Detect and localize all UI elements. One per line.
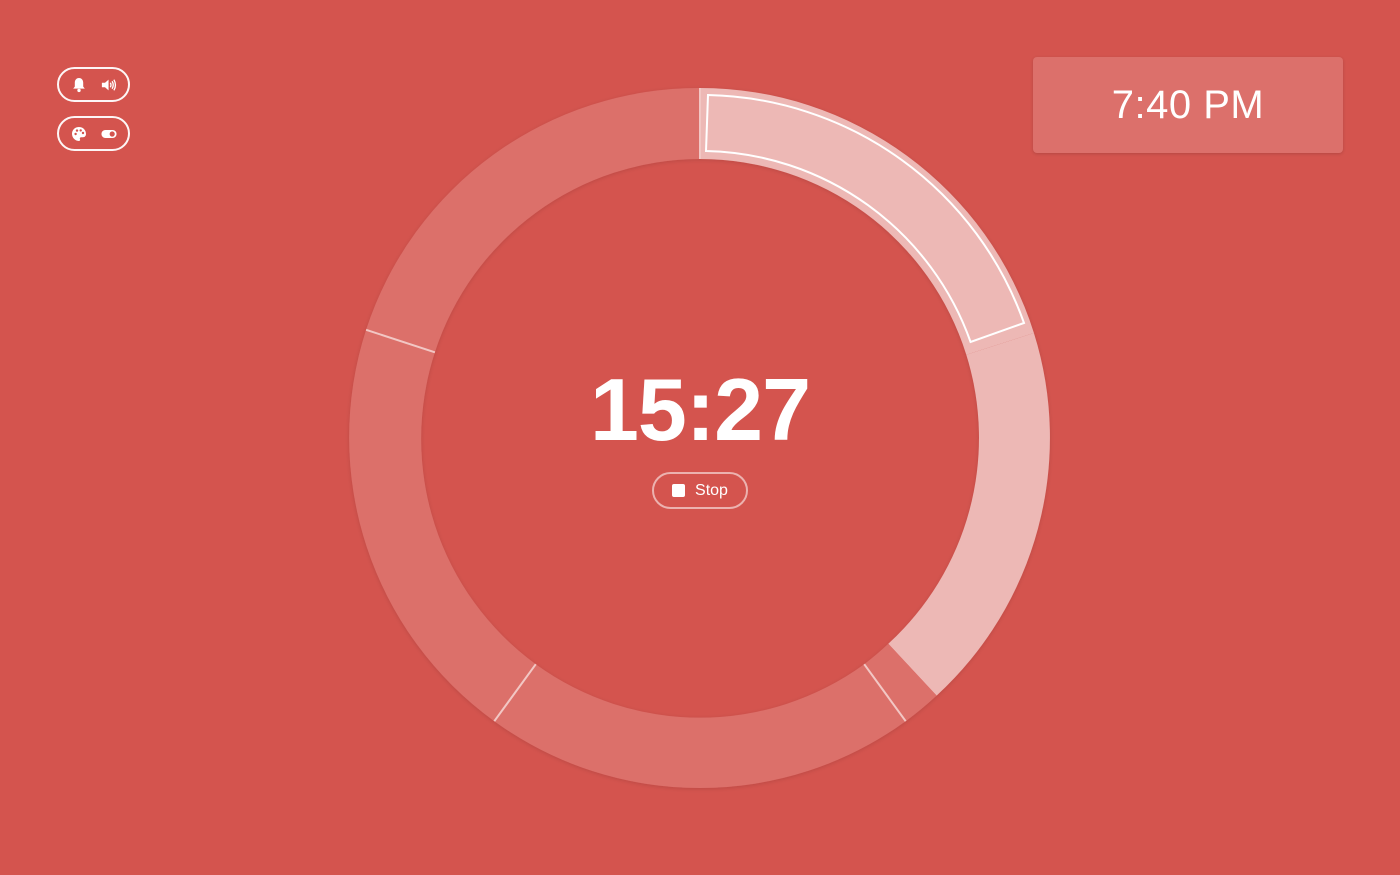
stop-button[interactable]: Stop (652, 472, 748, 509)
timer-app: 7:40 PM 15:27 Stop (0, 0, 1400, 875)
ring-segment-1 (700, 88, 1034, 355)
ring-segment-6 (366, 87, 700, 353)
timer-remaining: 15:27 (589, 360, 811, 459)
ring-segment-2 (888, 333, 1050, 696)
stop-label: Stop (695, 481, 728, 499)
ring-segment-4 (494, 664, 906, 789)
stop-icon (672, 484, 686, 497)
